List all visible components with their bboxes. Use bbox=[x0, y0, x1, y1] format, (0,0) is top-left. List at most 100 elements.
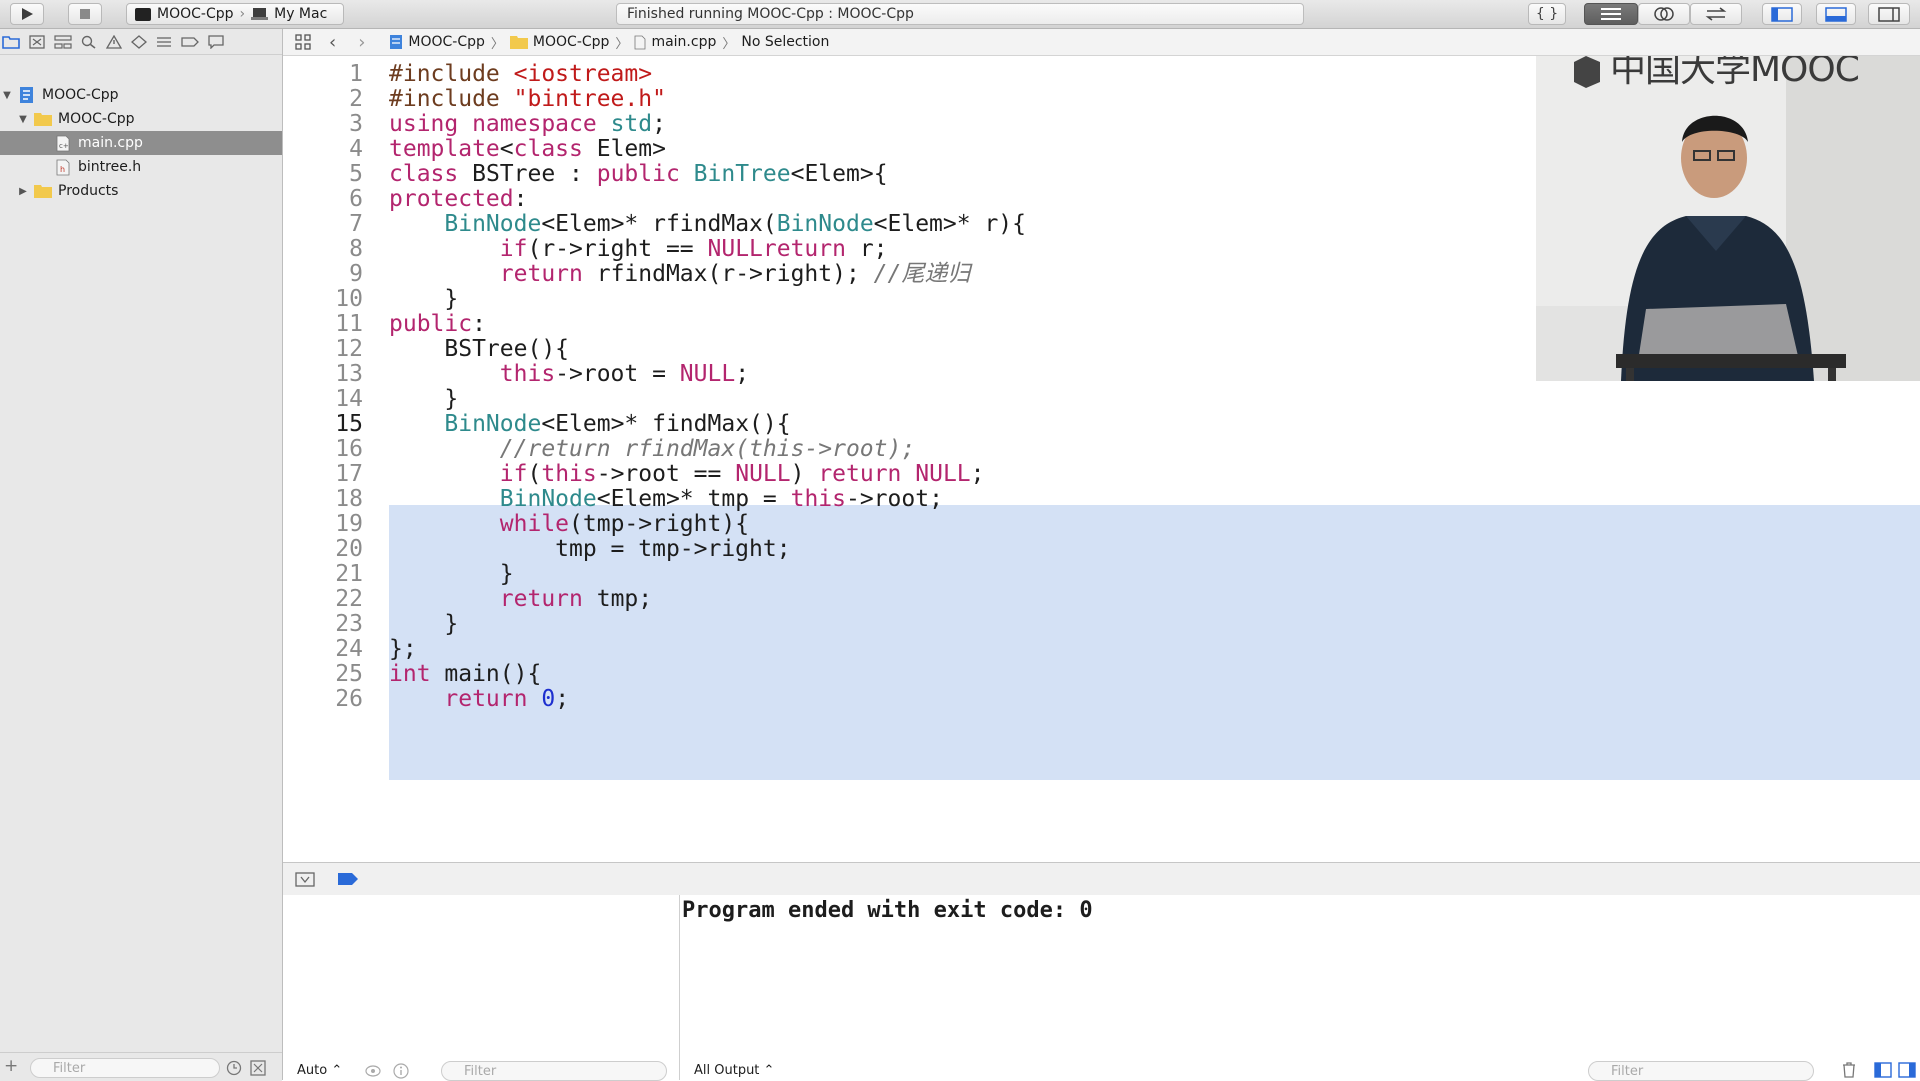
breakpoints-toggle-icon[interactable] bbox=[337, 872, 359, 886]
forward-icon[interactable]: › bbox=[358, 32, 365, 53]
filter-placeholder: Filter bbox=[464, 1063, 497, 1079]
code-text: return 0; bbox=[389, 684, 569, 714]
chevron-right-icon: › bbox=[239, 6, 246, 22]
status-text: Finished running MOOC-Cpp : MOOC-Cpp bbox=[627, 6, 914, 22]
line-number[interactable]: 26 bbox=[283, 684, 363, 714]
symbol-navigator-icon[interactable] bbox=[29, 34, 45, 49]
project-navigator: ▼ MOOC-Cpp ▼ MOOC-Cpp c+ main.cpp h bint… bbox=[0, 29, 283, 1081]
crumb-project[interactable]: MOOC-Cpp bbox=[389, 34, 485, 50]
add-icon[interactable]: + bbox=[4, 1056, 18, 1076]
folder-icon bbox=[509, 36, 528, 49]
project-icon bbox=[20, 87, 33, 103]
left-panel-icon bbox=[1771, 6, 1793, 22]
variables-filter-field[interactable]: Filter bbox=[441, 1061, 667, 1081]
chevron-right-icon: 〉 bbox=[722, 36, 736, 52]
chevron-right-icon: 〉 bbox=[615, 36, 629, 52]
toggle-navigator-button[interactable] bbox=[1762, 3, 1802, 25]
breakpoint-icon[interactable] bbox=[181, 35, 199, 49]
report-icon[interactable] bbox=[208, 34, 224, 49]
quick-look-icon[interactable] bbox=[365, 1064, 381, 1078]
navigator-item-products[interactable]: ▶ Products bbox=[0, 179, 282, 203]
header-file-icon: h bbox=[56, 159, 70, 175]
code-token: ; bbox=[555, 686, 570, 712]
run-button[interactable] bbox=[10, 3, 44, 25]
disclosure-open-icon[interactable]: ▼ bbox=[18, 114, 28, 125]
scm-filter-icon[interactable] bbox=[250, 1060, 266, 1076]
stop-button[interactable] bbox=[68, 3, 102, 25]
svg-text:c+: c+ bbox=[59, 142, 69, 150]
svg-text:h: h bbox=[60, 165, 65, 174]
debug-bar bbox=[283, 862, 1920, 896]
cpp-file-icon bbox=[635, 35, 646, 49]
jump-bar: ‹ › MOOC-Cpp 〉 MOOC-Cpp 〉 main.cpp 〉 No … bbox=[283, 29, 1920, 56]
navigator-item-project[interactable]: ▼ MOOC-Cpp bbox=[0, 83, 282, 107]
folder-icon bbox=[34, 113, 52, 126]
lines-icon bbox=[1601, 8, 1621, 20]
mooc-logo-icon bbox=[1572, 56, 1602, 92]
app-icon bbox=[135, 7, 151, 21]
navigator-item-label: bintree.h bbox=[78, 159, 142, 175]
scheme-selector[interactable]: MOOC-Cpp › My Mac bbox=[126, 3, 344, 25]
navigator-item-label: MOOC-Cpp bbox=[58, 111, 135, 127]
variables-scope-popup[interactable]: Auto ⌃ bbox=[297, 1063, 342, 1078]
code-token: 0 bbox=[541, 686, 556, 712]
mac-icon bbox=[251, 8, 269, 20]
collapse-debug-icon[interactable] bbox=[295, 872, 315, 887]
navigator-item-label: Products bbox=[58, 183, 119, 199]
variables-view: Auto ⌃ Filter bbox=[283, 895, 680, 1081]
right-panel-icon bbox=[1878, 6, 1900, 22]
scheme-device: My Mac bbox=[274, 6, 328, 22]
stop-icon bbox=[80, 9, 90, 19]
toggle-utilities-button[interactable] bbox=[1868, 3, 1910, 25]
navigator-footer: + Filter bbox=[0, 1052, 282, 1081]
assistant-editor-button[interactable] bbox=[1638, 3, 1690, 25]
recent-files-icon[interactable] bbox=[226, 1060, 242, 1076]
navigator-item-folder[interactable]: ▼ MOOC-Cpp bbox=[0, 107, 282, 131]
crumb-label: MOOC-Cpp bbox=[408, 34, 485, 50]
console-output: Program ended with exit code: 0 bbox=[682, 898, 1093, 923]
back-icon[interactable]: ‹ bbox=[329, 32, 336, 53]
version-editor-button[interactable] bbox=[1690, 3, 1742, 25]
output-filter-popup[interactable]: All Output ⌃ bbox=[694, 1063, 774, 1078]
navigator-item-label: MOOC-Cpp bbox=[42, 87, 119, 103]
hierarchy-icon[interactable] bbox=[54, 34, 72, 49]
standard-editor-button[interactable] bbox=[1584, 3, 1638, 25]
navigator-item-bintree-h[interactable]: h bintree.h bbox=[0, 155, 282, 179]
disclosure-open-icon[interactable]: ▼ bbox=[2, 90, 12, 101]
trash-icon[interactable] bbox=[1842, 1062, 1856, 1078]
crumb-folder[interactable]: MOOC-Cpp bbox=[509, 34, 610, 50]
toolbar: MOOC-Cpp › My Mac Finished running MOOC-… bbox=[0, 0, 1920, 29]
crumb-label: MOOC-Cpp bbox=[532, 34, 610, 50]
console-view[interactable]: Program ended with exit code: 0 All Outp… bbox=[680, 895, 1920, 1081]
split-right-icon[interactable] bbox=[1898, 1062, 1916, 1078]
navigator-item-main-cpp[interactable]: c+ main.cpp bbox=[0, 131, 282, 155]
warning-icon[interactable] bbox=[106, 34, 122, 49]
folder-icon bbox=[34, 185, 52, 198]
code-line: 26 return 0; bbox=[283, 684, 1920, 714]
folder-icon[interactable] bbox=[2, 35, 20, 49]
disclosure-closed-icon[interactable]: ▶ bbox=[18, 186, 28, 197]
snippet-button[interactable]: { } bbox=[1528, 3, 1566, 25]
mooc-brand: 中国大学MOOC bbox=[1610, 56, 1860, 90]
search-icon[interactable] bbox=[81, 35, 97, 49]
venn-icon bbox=[1654, 7, 1674, 21]
grid-icon[interactable] bbox=[295, 34, 311, 50]
play-icon bbox=[22, 8, 33, 20]
cpp-file-icon: c+ bbox=[56, 135, 70, 151]
console-filter-field[interactable]: Filter bbox=[1588, 1061, 1814, 1081]
toggle-debug-area-button[interactable] bbox=[1816, 3, 1856, 25]
navigator-item-label: main.cpp bbox=[78, 135, 143, 151]
filter-placeholder: Filter bbox=[1611, 1063, 1644, 1079]
navigator-filter-field[interactable]: Filter bbox=[30, 1058, 220, 1078]
info-icon[interactable] bbox=[393, 1063, 409, 1079]
lecturer-video: 中国大学MOOC bbox=[1536, 56, 1920, 381]
crumb-file[interactable]: main.cpp bbox=[634, 34, 716, 50]
debug-navigator-icon[interactable] bbox=[156, 35, 172, 49]
arrows-icon bbox=[1705, 7, 1727, 21]
scheme-target: MOOC-Cpp bbox=[157, 6, 234, 22]
braces-icon: { } bbox=[1535, 6, 1559, 22]
split-left-icon[interactable] bbox=[1874, 1062, 1892, 1078]
test-navigator-icon[interactable] bbox=[131, 34, 147, 49]
crumb-selection[interactable]: No Selection bbox=[741, 34, 829, 50]
